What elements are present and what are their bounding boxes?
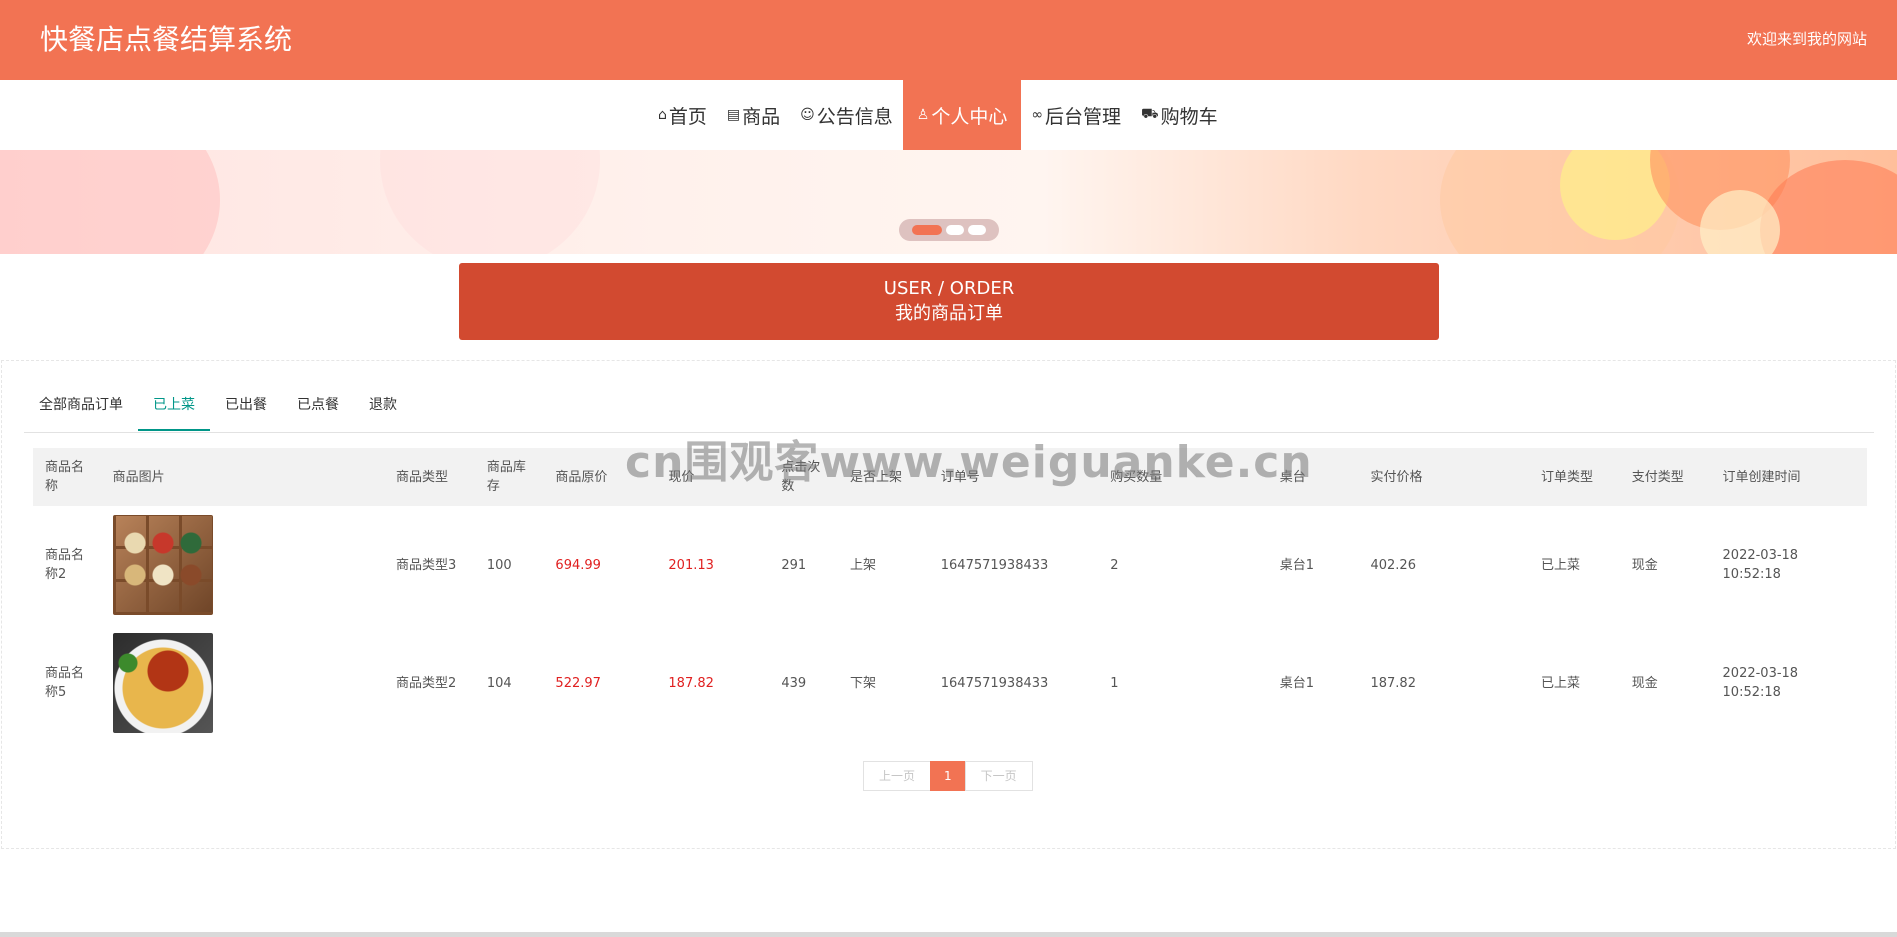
- prev-page-button[interactable]: 上一页: [863, 761, 932, 791]
- nav-item-label: 首页: [668, 105, 707, 128]
- cell-pay-type: 现金: [1631, 557, 1658, 573]
- product-icon: ▤: [726, 107, 741, 123]
- cell-table: 桌台1: [1279, 675, 1314, 691]
- cell-price: 201.13: [668, 557, 714, 573]
- nav-item-label: 个人中心: [931, 105, 1008, 128]
- main-nav: ⌂ 首页 ▤ 商品 ☺ 公告信息 ♙ 个人中心 ∞ 后台管理 ⛟ 购物车: [0, 80, 1897, 150]
- nav-item-products[interactable]: ▤ 商品: [717, 80, 790, 150]
- section-title-en: USER / ORDER: [883, 278, 1015, 299]
- nav-list: ⌂ 首页 ▤ 商品 ☺ 公告信息 ♙ 个人中心 ∞ 后台管理 ⛟ 购物车: [648, 80, 1228, 150]
- column-header: 商品类型: [384, 448, 475, 506]
- nav-item-admin[interactable]: ∞ 后台管理: [1021, 80, 1131, 150]
- cell-clicks: 291: [781, 557, 807, 573]
- column-header: 订单创建时间: [1710, 448, 1867, 506]
- nav-item-label: 公告信息: [816, 105, 893, 128]
- column-header: 商品名称: [33, 448, 101, 506]
- cell-product-image: [101, 624, 384, 742]
- welcome-text: 欢迎来到我的网站: [1746, 30, 1867, 48]
- tab-ready[interactable]: 已出餐: [210, 381, 282, 431]
- cell-product-name: 商品名称5: [45, 666, 85, 700]
- column-header: 商品图片: [100, 448, 385, 506]
- orders-table: 商品名称 商品图片 商品类型 商品库存 商品原价 现价 点击次数 是否上架 订单…: [33, 448, 1867, 742]
- section-title-box: USER / ORDER 我的商品订单: [459, 263, 1439, 340]
- nav-item-personal-center[interactable]: ♙ 个人中心: [902, 80, 1022, 150]
- cell-product-image: [101, 506, 384, 624]
- section-title-cn: 我的商品订单: [895, 303, 1003, 324]
- cell-order-no: 1647571938433: [940, 557, 1049, 573]
- table-row[interactable]: 商品名称2 商品类型3 100 694.99 201.13 291 上架 164…: [33, 506, 1867, 624]
- banner-carousel: [0, 150, 1897, 254]
- cell-price: 187.82: [668, 675, 714, 691]
- tab-refund[interactable]: 退款: [354, 381, 412, 431]
- nav-item-cart[interactable]: ⛟ 购物车: [1131, 80, 1228, 150]
- bottom-divider: [0, 932, 1897, 937]
- cell-original-price: 694.99: [555, 557, 601, 573]
- cell-quantity: 2: [1110, 557, 1119, 573]
- banner-decoration: [0, 150, 220, 254]
- nav-item-label: 商品: [742, 105, 781, 128]
- food-photo-spaghetti: [112, 633, 213, 733]
- watermark-text: cn围观客www.weiguanke.cn: [625, 437, 1313, 488]
- cell-original-price: 522.97: [555, 675, 601, 691]
- cell-quantity: 1: [1110, 675, 1119, 691]
- nav-item-label: 后台管理: [1045, 105, 1122, 128]
- cell-product-type: 商品类型3: [396, 557, 457, 573]
- cell-on-shelf: 下架: [849, 675, 876, 691]
- food-photo-snacks-tray: [112, 515, 213, 615]
- nav-item-home[interactable]: ⌂ 首页: [648, 80, 717, 150]
- cell-product-type: 商品类型2: [396, 675, 457, 691]
- column-header: 商品库存: [474, 448, 544, 506]
- palette-icon: ☺: [800, 107, 815, 123]
- cell-pay-type: 现金: [1631, 675, 1658, 691]
- column-header: 订单类型: [1528, 448, 1620, 506]
- carousel-dot[interactable]: [946, 225, 964, 235]
- cell-created: 2022-03-18 10:52:18: [1722, 666, 1799, 700]
- cell-stock: 104: [486, 675, 512, 691]
- pagination: 上一页 1 下一页: [863, 761, 1033, 791]
- column-header: 支付类型: [1619, 448, 1711, 506]
- cell-order-type: 已上菜: [1540, 557, 1580, 573]
- user-icon: ♙: [916, 107, 930, 123]
- banner-decoration: [380, 150, 600, 254]
- next-page-button[interactable]: 下一页: [964, 761, 1033, 791]
- cell-product-name: 商品名称2: [45, 548, 85, 582]
- carousel-dot[interactable]: [912, 225, 942, 235]
- home-icon: ⌂: [658, 107, 667, 123]
- cell-paid: 187.82: [1370, 675, 1416, 691]
- cell-table: 桌台1: [1279, 557, 1314, 573]
- nav-item-announcements[interactable]: ☺ 公告信息: [790, 80, 903, 150]
- cell-order-no: 1647571938433: [940, 675, 1049, 691]
- cart-icon: ⛟: [1141, 106, 1159, 122]
- cell-created: 2022-03-18 10:52:18: [1722, 548, 1799, 582]
- carousel-dot[interactable]: [968, 225, 986, 235]
- cell-on-shelf: 上架: [849, 557, 876, 573]
- table-row[interactable]: 商品名称5 商品类型2 104 522.97 187.82 439 下架 164…: [33, 624, 1867, 742]
- link-icon: ∞: [1031, 107, 1044, 123]
- nav-item-label: 购物车: [1160, 105, 1218, 128]
- tab-ordered[interactable]: 已点餐: [282, 381, 354, 431]
- tab-all-orders[interactable]: 全部商品订单: [24, 381, 138, 431]
- column-header: 实付价格: [1358, 448, 1529, 506]
- cell-paid: 402.26: [1370, 557, 1416, 573]
- tab-served[interactable]: 已上菜: [138, 381, 210, 431]
- cell-order-type: 已上菜: [1540, 675, 1580, 691]
- top-header: 快餐店点餐结算系统 欢迎来到我的网站: [0, 0, 1897, 80]
- carousel-indicators: [899, 219, 999, 241]
- page-number-current[interactable]: 1: [930, 761, 966, 791]
- site-title: 快餐店点餐结算系统: [40, 23, 293, 56]
- cell-stock: 100: [486, 557, 512, 573]
- cell-clicks: 439: [781, 675, 807, 691]
